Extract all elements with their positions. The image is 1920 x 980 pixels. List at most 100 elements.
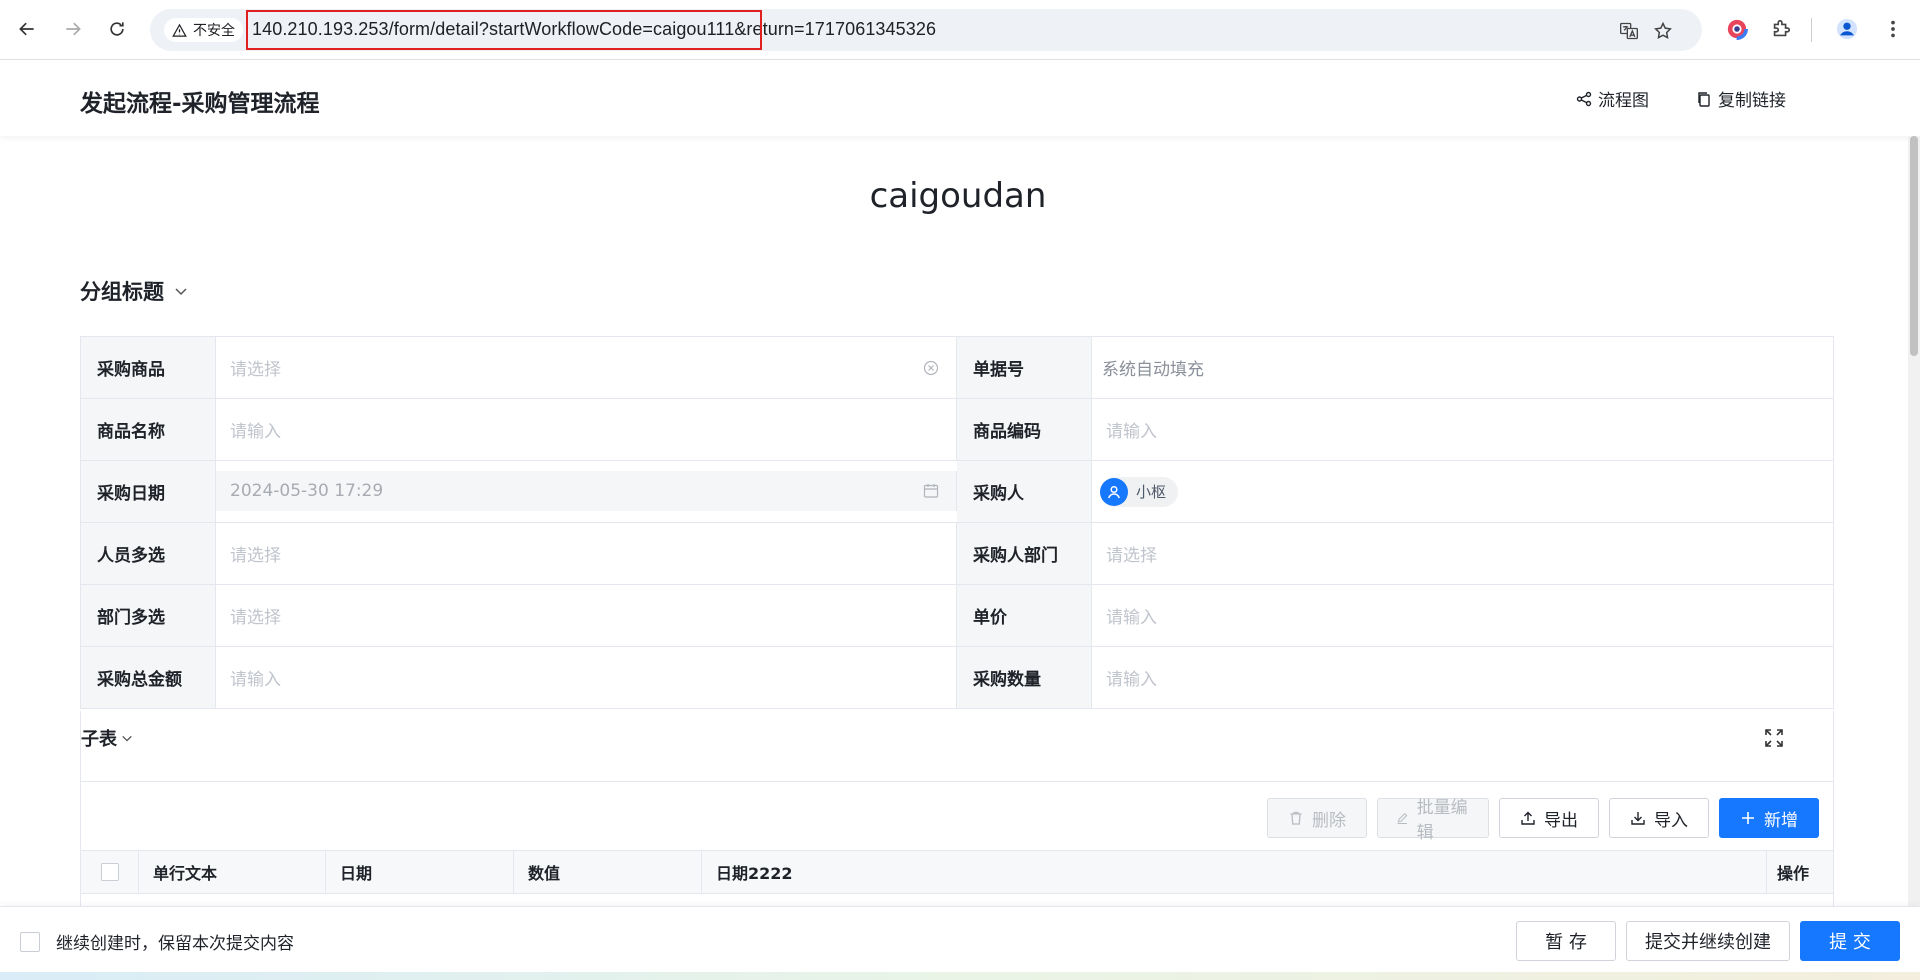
column-header: 日期2222: [702, 851, 1767, 893]
delete-label: 删除: [1312, 810, 1346, 831]
browser-menu-button[interactable]: [1878, 14, 1908, 44]
field-label: 人员多选: [81, 523, 216, 584]
subtable-header[interactable]: 子表: [81, 725, 133, 751]
field-label: 采购人部门: [957, 523, 1092, 584]
puzzle-icon: [1773, 19, 1791, 37]
arrow-right-icon: [66, 22, 81, 36]
footer-bar: 继续创建时，保留本次提交内容 暂 存 提交并继续创建 提 交: [0, 906, 1920, 972]
form-row: 人员多选 请选择 采购人部门 请选择: [81, 523, 1833, 585]
warning-icon: [172, 23, 187, 37]
delete-button[interactable]: 删除: [1267, 798, 1367, 838]
group-header[interactable]: 分组标题: [80, 276, 188, 306]
fullscreen-icon[interactable]: [1763, 727, 1785, 749]
reload-button[interactable]: [100, 12, 134, 46]
taskbar-edge: [0, 972, 1920, 980]
column-header: 单行文本: [139, 851, 326, 893]
form-row: 采购商品 请选择 单据号 系统自动填充: [81, 337, 1833, 399]
flowchart-label: 流程图: [1598, 91, 1649, 111]
export-button[interactable]: 导出: [1499, 798, 1599, 838]
product-name-input[interactable]: 请输入: [216, 399, 957, 460]
page-header: 发起流程-采购管理流程 流程图 复制链接: [0, 60, 1920, 136]
document-number-field: 系统自动填充: [1092, 337, 1833, 398]
add-row-button[interactable]: 新增: [1719, 798, 1819, 838]
unit-price-input[interactable]: 请输入: [1092, 585, 1833, 646]
url-rest-part: &return=1717061345326: [734, 19, 937, 39]
extension-colorful[interactable]: [1722, 14, 1752, 44]
batch-edit-label: 批量编辑: [1416, 798, 1468, 843]
security-label: 不安全: [193, 23, 235, 39]
subtable-section: 子表 删除 批量编辑 导出 导入 新增 单行文本 日期 数值 日期2222 操作: [80, 711, 1834, 906]
field-label: 商品名称: [81, 399, 216, 460]
field-label: 单据号: [957, 337, 1092, 398]
purchase-date-picker[interactable]: 2024-05-30 17:29: [216, 471, 957, 511]
batch-edit-button[interactable]: 批量编辑: [1377, 798, 1489, 843]
reload-icon: [110, 22, 124, 36]
browser-toolbar: 不安全 140.210.193.253/form/detail?startWor…: [0, 0, 1920, 60]
back-button[interactable]: [10, 12, 44, 46]
user-name: 小枢: [1136, 483, 1167, 501]
flowchart-button[interactable]: 流程图: [1576, 86, 1649, 111]
placeholder: 请输入: [230, 670, 281, 690]
purchaser-department-select[interactable]: 请选择: [1092, 523, 1833, 584]
copy-link-button[interactable]: 复制链接: [1696, 86, 1786, 111]
copy-link-label: 复制链接: [1718, 91, 1786, 111]
add-label: 新增: [1764, 810, 1798, 831]
profile-button[interactable]: [1832, 14, 1862, 44]
multi-department-select[interactable]: 请选择: [216, 585, 957, 646]
star-icon: [1654, 21, 1672, 39]
page-scrollbar[interactable]: [1908, 136, 1920, 906]
keep-content-checkbox[interactable]: [20, 931, 40, 952]
field-label: 采购数量: [957, 647, 1092, 708]
column-header: 数值: [514, 851, 702, 893]
plus-icon: [1742, 812, 1754, 824]
copy-icon: [1698, 91, 1710, 107]
form-row: 采购总金额 请输入 采购数量 请输入: [81, 647, 1833, 709]
column-header: 操作: [1777, 864, 1810, 883]
upload-icon: [1521, 811, 1535, 825]
submit-continue-button[interactable]: 提交并继续创建: [1626, 921, 1790, 961]
product-code-input[interactable]: 请输入: [1092, 399, 1833, 460]
calendar-icon: [922, 482, 940, 500]
placeholder: 请选择: [230, 608, 281, 628]
bookmark-button[interactable]: [1650, 18, 1676, 44]
column-header: 日期: [326, 851, 514, 893]
placeholder: 请选择: [230, 360, 281, 380]
divider: [81, 781, 1833, 782]
product-select[interactable]: 请选择: [216, 337, 957, 398]
form-row: 部门多选 请选择 单价 请输入: [81, 585, 1833, 647]
import-label: 导入: [1654, 810, 1688, 831]
purchaser-field[interactable]: 小枢: [1092, 461, 1833, 522]
form-content: caigoudan 分组标题 采购商品 请选择 单据号 系统自动填充 商品名称 …: [0, 136, 1908, 906]
group-title: 分组标题: [80, 280, 164, 304]
placeholder: 请输入: [1106, 670, 1157, 690]
form-title: caigoudan: [869, 176, 1047, 216]
clear-circle-icon[interactable]: [922, 359, 940, 377]
date-value: 2024-05-30 17:29: [230, 481, 384, 501]
submit-button[interactable]: 提 交: [1800, 921, 1900, 961]
scroll-thumb[interactable]: [1910, 136, 1918, 356]
placeholder: 请输入: [1106, 608, 1157, 628]
field-label: 商品编码: [957, 399, 1092, 460]
security-indicator[interactable]: 不安全: [164, 18, 243, 42]
placeholder: 请输入: [1106, 422, 1157, 442]
extensions-button[interactable]: [1766, 14, 1796, 44]
save-draft-button[interactable]: 暂 存: [1516, 921, 1616, 961]
form-row: 采购日期 2024-05-30 17:29 采购人 小枢: [81, 461, 1833, 523]
field-label: 采购日期: [81, 461, 216, 522]
forward-button[interactable]: [56, 12, 90, 46]
color-extension-icon: [1726, 18, 1748, 40]
address-bar[interactable]: 不安全 140.210.193.253/form/detail?startWor…: [150, 9, 1702, 51]
export-label: 导出: [1544, 810, 1578, 831]
multi-user-select[interactable]: 请选择: [216, 523, 957, 584]
user-chip[interactable]: 小枢: [1100, 476, 1179, 507]
import-button[interactable]: 导入: [1609, 798, 1709, 838]
arrow-left-icon: [19, 22, 34, 36]
quantity-input[interactable]: 请输入: [1092, 647, 1833, 708]
form-grid: 采购商品 请选择 单据号 系统自动填充 商品名称 请输入 商品编码 请输入 采购…: [80, 336, 1834, 709]
select-all-checkbox[interactable]: [100, 863, 119, 881]
total-amount-input[interactable]: 请输入: [216, 647, 957, 708]
translate-button[interactable]: [1616, 18, 1642, 44]
keep-content-option[interactable]: 继续创建时，保留本次提交内容: [20, 929, 294, 954]
chevron-down-icon: [175, 288, 187, 296]
field-label: 单价: [957, 585, 1092, 646]
